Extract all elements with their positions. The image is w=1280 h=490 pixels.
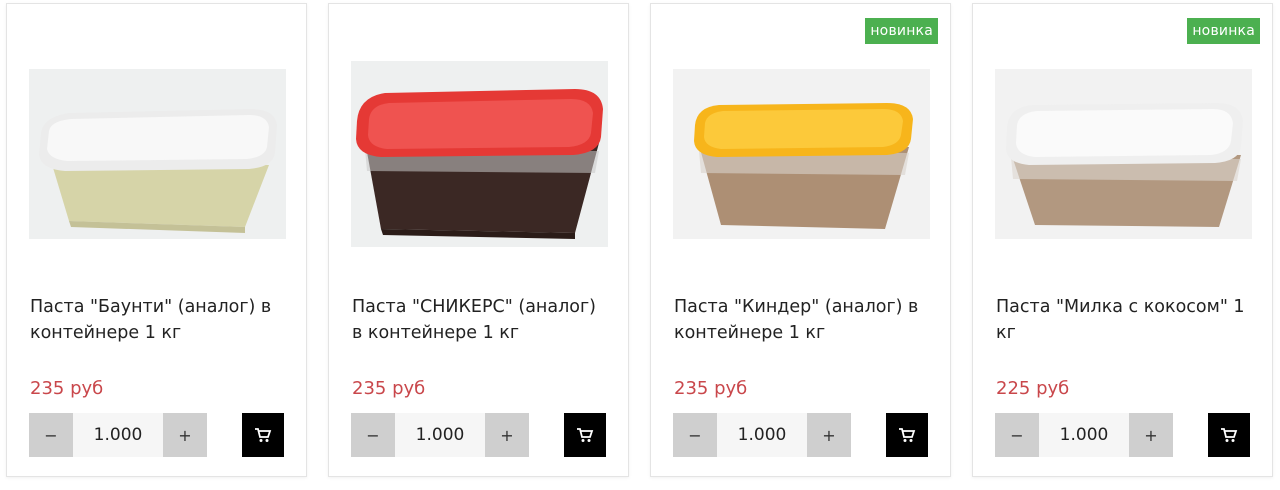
container-photo-svg	[673, 69, 930, 239]
decrement-button[interactable]: −	[351, 413, 395, 457]
quantity-stepper: − +	[29, 413, 207, 457]
add-to-cart-button[interactable]	[1208, 413, 1250, 457]
shopping-cart-icon	[255, 428, 272, 442]
add-to-cart-button[interactable]	[242, 413, 284, 457]
product-price: 225 руб	[996, 378, 1070, 399]
product-image[interactable]	[995, 69, 1252, 239]
product-title[interactable]: Паста "Милка с кокосом" 1 кг	[996, 294, 1254, 346]
product-title[interactable]: Паста "Баунти" (аналог) в контейнере 1 к…	[30, 294, 288, 346]
increment-button[interactable]: +	[807, 413, 851, 457]
quantity-input[interactable]	[1039, 413, 1129, 457]
shopping-cart-icon	[899, 428, 916, 442]
product-price: 235 руб	[30, 378, 104, 399]
product-grid: Паста "Баунти" (аналог) в контейнере 1 к…	[0, 0, 1280, 490]
increment-button[interactable]: +	[485, 413, 529, 457]
product-image[interactable]	[673, 69, 930, 239]
increment-button[interactable]: +	[1129, 413, 1173, 457]
quantity-stepper: − +	[995, 413, 1173, 457]
new-badge: новинка	[865, 18, 938, 44]
decrement-button[interactable]: −	[995, 413, 1039, 457]
container-photo-svg	[351, 61, 608, 247]
shopping-cart-icon	[577, 428, 594, 442]
product-card: новинка Паста "Милка с кокосом" 1 кг 225…	[972, 3, 1273, 477]
new-badge: новинка	[1187, 18, 1260, 44]
product-price: 235 руб	[674, 378, 748, 399]
product-price: 235 руб	[352, 378, 426, 399]
container-photo-svg	[29, 69, 286, 239]
quantity-input[interactable]	[717, 413, 807, 457]
quantity-stepper: − +	[673, 413, 851, 457]
product-title[interactable]: Паста "Киндер" (аналог) в контейнере 1 к…	[674, 294, 932, 346]
product-card: новинка Паста "Киндер" (аналог) в контей…	[650, 3, 951, 477]
product-card: Паста "Баунти" (аналог) в контейнере 1 к…	[6, 3, 307, 477]
container-photo-svg	[995, 69, 1252, 239]
product-image[interactable]	[29, 69, 286, 239]
decrement-button[interactable]: −	[29, 413, 73, 457]
quantity-stepper: − +	[351, 413, 529, 457]
add-to-cart-button[interactable]	[564, 413, 606, 457]
shopping-cart-icon	[1221, 428, 1238, 442]
decrement-button[interactable]: −	[673, 413, 717, 457]
product-image[interactable]	[351, 61, 608, 247]
increment-button[interactable]: +	[163, 413, 207, 457]
product-title[interactable]: Паста "СНИКЕРС" (аналог) в контейнере 1 …	[352, 294, 610, 346]
product-card: Паста "СНИКЕРС" (аналог) в контейнере 1 …	[328, 3, 629, 477]
add-to-cart-button[interactable]	[886, 413, 928, 457]
quantity-input[interactable]	[395, 413, 485, 457]
quantity-input[interactable]	[73, 413, 163, 457]
